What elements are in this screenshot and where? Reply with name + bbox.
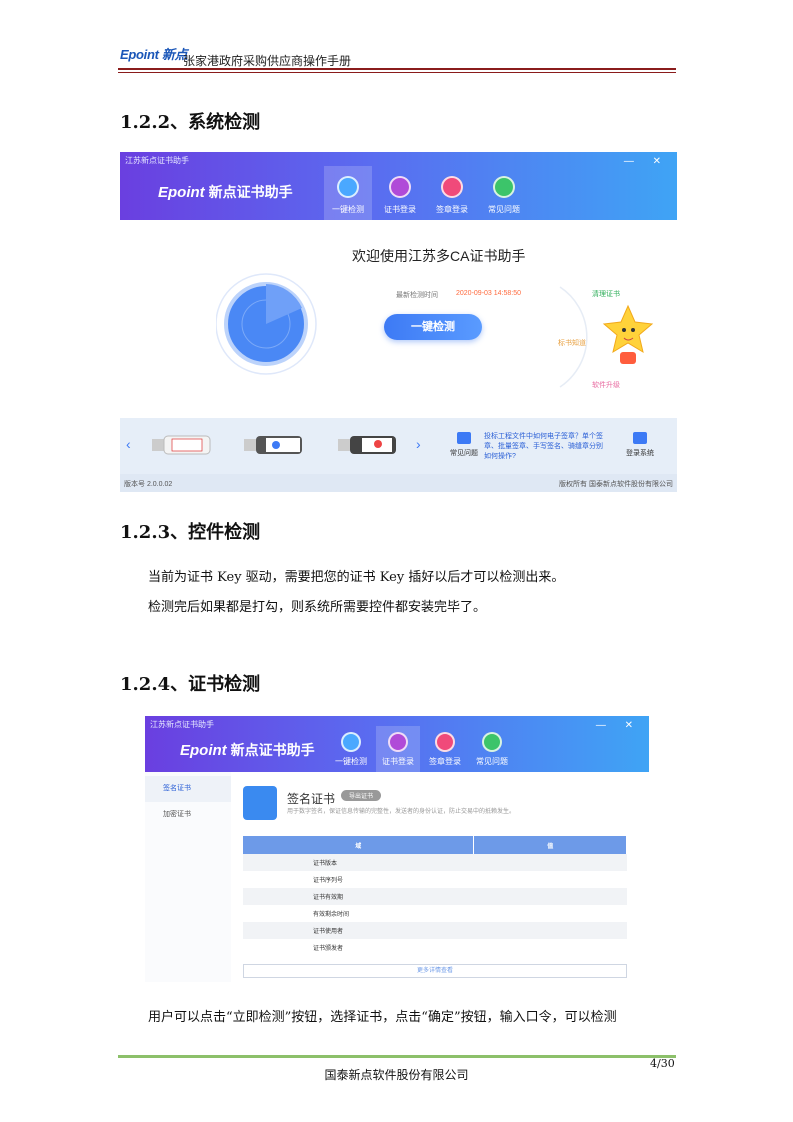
user-icon: [441, 176, 463, 198]
nav-seal-login[interactable]: 签章登录: [428, 166, 476, 220]
nav-cert-login[interactable]: 证书登录: [376, 166, 424, 220]
table-row: 证书有效期: [243, 888, 627, 905]
usb-key-1: [152, 435, 211, 455]
usb-key-2: [244, 436, 302, 454]
usb-key-3: [338, 436, 396, 454]
certificate-icon: [243, 786, 277, 820]
section-title-system-check: 1.2.2、系统检测: [120, 112, 261, 133]
chat-icon: [457, 432, 471, 444]
cert-title: 签名证书: [287, 792, 336, 806]
app-brand: Epoint 新点证书助手: [158, 182, 293, 202]
column-header-value: 值: [473, 836, 627, 854]
header-title: 张家港政府采购供应商操作手册: [183, 54, 352, 68]
app-window-cert-check: 江苏新点证书助手 — ✕ Epoint 新点证书助手 一键检测 证书登录 签章登录…: [145, 716, 649, 982]
monitor-icon: [337, 176, 359, 198]
cert-icon: [389, 176, 411, 198]
radar-graphic: [216, 273, 317, 375]
header-logo: Epoint 新点: [120, 47, 188, 62]
last-check-time: 2020-09-03 14:58:50: [456, 290, 521, 297]
option-bid-guide[interactable]: 标书知道: [558, 338, 586, 348]
window-controls[interactable]: — ✕: [624, 156, 669, 167]
sidebar-item-encrypt-cert[interactable]: 加密证书: [145, 802, 231, 828]
option-software-upgrade[interactable]: 软件升级: [592, 380, 620, 390]
app-banner: 江苏新点证书助手 — ✕ Epoint 新点证书助手 一键检测 证书登录 签章登录…: [120, 152, 677, 220]
brand-name: 新点证书助手: [230, 742, 315, 758]
sidebar-item-sign-cert[interactable]: 签名证书: [145, 776, 231, 802]
login-icon: [633, 432, 647, 444]
last-check-label: 最新检测时间: [396, 292, 438, 299]
question-icon: [493, 176, 515, 198]
footer-rule: [118, 1055, 676, 1058]
window-title: 江苏新点证书助手: [150, 720, 214, 729]
user-icon: [435, 732, 455, 752]
cert-icon: [388, 732, 408, 752]
cert-info-table: 域 值 证书版本 证书序列号 证书有效期 有效剩余时间 证书使用者 证书颁发者: [243, 836, 627, 956]
paragraph-instructions: 用户可以点击“立即检测”按钮，选择证书，点击“确定”按钮，输入口令，可以检测: [148, 1010, 617, 1025]
brand-logo: Epoint: [158, 184, 205, 201]
nav-cert-login[interactable]: 证书登录: [376, 726, 420, 772]
nav-seal-login[interactable]: 签章登录: [423, 726, 467, 772]
paragraph-driver-note: 当前为证书 Key 驱动，需要把您的证书 Key 插好以后才可以检测出来。: [148, 570, 565, 585]
header-rule-thin: [118, 72, 676, 73]
nav-faq[interactable]: 常见问题: [480, 166, 528, 220]
chevron-right-icon[interactable]: ›: [416, 436, 421, 452]
option-clean-cert[interactable]: 清理证书: [592, 289, 620, 299]
toolbar-faq[interactable]: 常见问题: [450, 432, 478, 458]
app-window-system-check: 江苏新点证书助手 — ✕ Epoint 新点证书助手 一键检测 证书登录 签章登录…: [120, 152, 677, 492]
table-header-row: 域 值: [243, 836, 627, 854]
column-header-field: 域: [243, 836, 475, 854]
status-bar: 版本号 2.0.0.02 版权所有 国泰新点软件股份有限公司: [120, 474, 677, 492]
cert-description: 用于数字签名，保证信息传输的完整性，发送者的身份认证，防止交易中的抵赖发生。: [287, 809, 516, 815]
question-icon: [482, 732, 502, 752]
app-banner: 江苏新点证书助手 — ✕ Epoint 新点证书助手 一键检测 证书登录 签章登录…: [145, 716, 649, 772]
toolbar-login[interactable]: 登录系统: [626, 432, 654, 458]
section-title-control-check: 1.2.3、控件检测: [120, 522, 261, 543]
paragraph-check-result: 检测完后如果都是打勾，则系统所需要控件都安装完毕了。: [148, 600, 487, 615]
window-title: 江苏新点证书助手: [125, 156, 189, 165]
brand-logo: Epoint: [180, 742, 227, 759]
nav-one-click-check[interactable]: 一键检测: [329, 726, 373, 772]
table-row: 证书版本: [243, 854, 627, 871]
table-row: 证书使用者: [243, 922, 627, 939]
table-row: 证书颁发者: [313, 946, 344, 952]
window-controls[interactable]: — ✕: [596, 720, 641, 731]
one-click-check-button[interactable]: 一键检测: [384, 314, 482, 340]
nav-one-click-check[interactable]: 一键检测: [324, 166, 372, 220]
chevron-left-icon[interactable]: ‹: [126, 436, 131, 452]
cert-sidebar: 签名证书 加密证书: [145, 772, 231, 982]
more-details-button[interactable]: 更多详情查看: [243, 964, 627, 978]
toolbar-help-link[interactable]: 投标工程文件中如何电子签章？单个签章、批量签章、手写签名、骑缝章分别如何操作?: [484, 432, 604, 462]
welcome-text: 欢迎使用江苏多CA证书助手: [352, 248, 526, 264]
monitor-icon: [341, 732, 361, 752]
table-row: 有效剩余时间: [313, 912, 350, 918]
app-brand: Epoint 新点证书助手: [180, 740, 315, 760]
export-cert-button[interactable]: 导出证书: [341, 790, 382, 801]
section-title-cert-check: 1.2.4、证书检测: [120, 674, 261, 695]
copyright-text: 版权所有 国泰新点软件股份有限公司: [559, 481, 673, 488]
version-text: 版本号 2.0.0.02: [124, 481, 173, 488]
nav-faq[interactable]: 常见问题: [470, 726, 514, 772]
brand-name: 新点证书助手: [208, 184, 293, 200]
header-rule: [118, 68, 676, 70]
table-row: 证书序列号: [313, 878, 344, 884]
footer-company: 国泰新点软件股份有限公司: [324, 1068, 469, 1082]
